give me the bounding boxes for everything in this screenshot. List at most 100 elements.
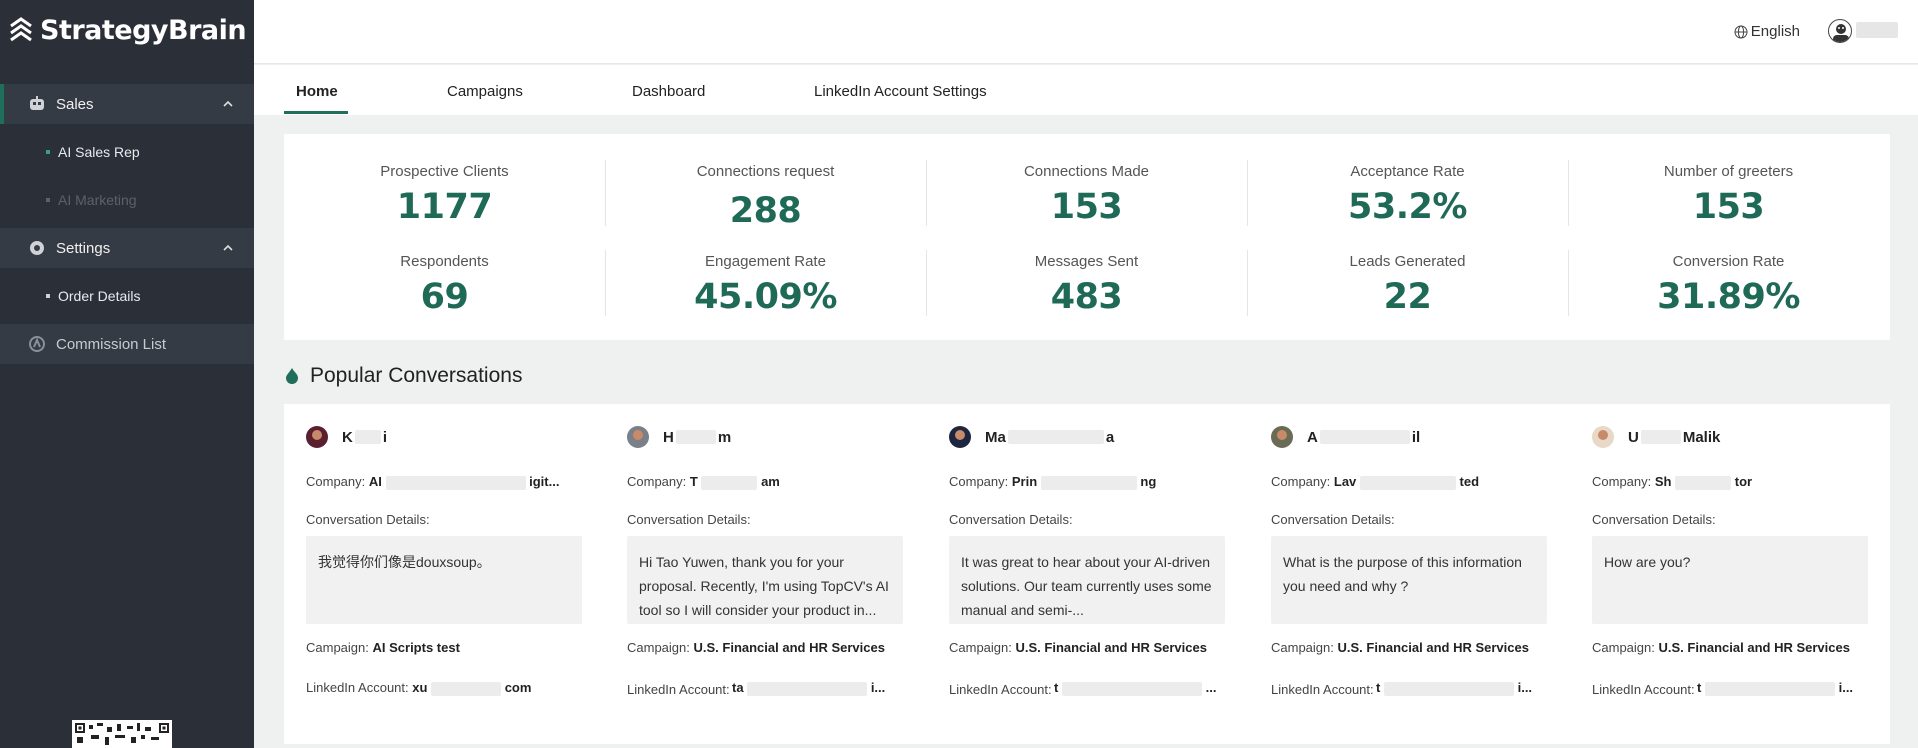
redacted-text — [385, 475, 526, 490]
popular-conversations-list: K i Company: AI igit... Conversation Det… — [284, 404, 1890, 744]
tab-campaigns[interactable]: Campaigns — [447, 83, 523, 100]
conversation-message: How are you? — [1592, 536, 1868, 624]
company-name: tor — [1734, 474, 1753, 489]
company-label: Company: — [949, 474, 1009, 489]
conversation-contact[interactable]: A il — [1271, 426, 1420, 448]
redacted-text — [1061, 681, 1202, 696]
flame-icon — [286, 368, 298, 384]
stat-label: Engagement Rate — [705, 253, 826, 270]
sidebar-group-commission-list[interactable]: Commission List — [0, 324, 254, 364]
campaign-label: Campaign: — [1592, 640, 1655, 655]
tab-linkedin-account-settings[interactable]: LinkedIn Account Settings — [814, 83, 987, 100]
campaign-label: Campaign: — [1271, 640, 1334, 655]
linkedin-account: ... — [1205, 680, 1217, 695]
sidebar-item-label: Order Details — [58, 288, 141, 304]
stat-divider — [1568, 250, 1569, 316]
campaign-name: U.S. Financial and HR Services — [1337, 640, 1529, 655]
stat-prospective-clients: Prospective Clients 1177 — [284, 163, 605, 227]
campaign-name: U.S. Financial and HR Services — [1015, 640, 1207, 655]
company-row: Company: Sh tor — [1592, 474, 1868, 490]
language-selector[interactable]: English — [1734, 23, 1800, 40]
stat-value: 22 — [1383, 277, 1432, 317]
company-name: igit... — [529, 474, 560, 489]
conversation-contact[interactable]: H m — [627, 426, 731, 448]
sidebar-item-ai-sales-rep[interactable]: AI Sales Rep — [0, 132, 254, 172]
user-name-redacted — [1856, 22, 1898, 38]
stat-value: 31.89% — [1657, 277, 1800, 317]
company-name: Lav — [1333, 474, 1357, 489]
stat-number-of-greeters: Number of greeters 153 — [1568, 163, 1889, 227]
contact-name: a — [1105, 428, 1115, 446]
linkedin-account-label: LinkedIn Account: — [627, 682, 730, 697]
sidebar: StrategyBrain Sales AI Sales Rep AI Mark… — [0, 0, 254, 748]
conversation-contact[interactable]: U Malik — [1592, 426, 1720, 448]
user-avatar[interactable] — [1828, 19, 1852, 43]
sidebar-group-label: Commission List — [56, 335, 167, 353]
stat-conversion-rate: Conversion Rate 31.89% — [1568, 253, 1889, 317]
contact-avatar — [1592, 426, 1614, 448]
contact-name: Malik — [1682, 428, 1721, 446]
company-row: Company: AI igit... — [306, 474, 582, 490]
linkedin-account-row: t ... — [1054, 680, 1225, 696]
company-label: Company: — [1271, 474, 1331, 489]
details-label: Conversation Details: — [1592, 512, 1716, 527]
company-row: Company: Lav ted — [1271, 474, 1547, 490]
conversation-contact[interactable]: Ma a — [949, 426, 1114, 448]
linkedin-account: xu — [412, 680, 428, 695]
sidebar-group-sales[interactable]: Sales — [0, 84, 254, 124]
contact-avatar — [306, 426, 328, 448]
conversation-message: 我觉得你们像是douxsoup。 — [306, 536, 582, 624]
stat-divider — [1247, 250, 1248, 316]
qr-code-icon — [75, 723, 169, 745]
company-name: am — [761, 474, 780, 489]
stat-leads-generated: Leads Generated 22 — [1247, 253, 1568, 317]
contact-name: i — [382, 428, 388, 446]
chevron-up-icon — [223, 100, 233, 107]
chevron-up-icon — [223, 244, 233, 251]
redacted-text — [1383, 681, 1514, 696]
redacted-text — [1640, 430, 1681, 444]
stat-value: 288 — [729, 191, 802, 231]
campaign-row: Campaign: AI Scripts test — [306, 640, 582, 655]
stat-value: 69 — [420, 277, 469, 317]
linkedin-account-label: LinkedIn Account: — [949, 682, 1052, 697]
contact-name: K — [342, 428, 353, 446]
company-label: Company: — [627, 474, 687, 489]
stat-divider — [926, 160, 927, 226]
stat-respondents: Respondents 69 — [284, 253, 605, 317]
tab-home[interactable]: Home — [296, 83, 338, 100]
contact-avatar — [1271, 426, 1293, 448]
sidebar-item-order-details[interactable]: Order Details — [0, 276, 254, 316]
redacted-text — [1675, 475, 1732, 490]
user-avatar-icon — [1833, 24, 1849, 42]
redacted-text — [1359, 475, 1456, 490]
sidebar-group-settings[interactable]: Settings — [0, 228, 254, 268]
conversation-message: What is the purpose of this information … — [1271, 536, 1547, 624]
linkedin-account: com — [504, 680, 532, 695]
campaign-row: Campaign: U.S. Financial and HR Services — [949, 640, 1225, 655]
stat-label: Respondents — [400, 253, 489, 270]
robot-icon — [30, 96, 44, 110]
globe-icon — [1734, 25, 1748, 38]
company-label: Company: — [306, 474, 366, 489]
tab-dashboard[interactable]: Dashboard — [632, 83, 705, 100]
sidebar-item-ai-marketing[interactable]: AI Marketing — [0, 180, 254, 220]
section-heading: Popular Conversations — [310, 364, 523, 387]
stat-label: Number of greeters — [1663, 163, 1794, 180]
brand-logo[interactable]: StrategyBrain — [0, 0, 254, 60]
gear-icon — [30, 241, 44, 255]
stat-value: 45.09% — [694, 277, 837, 317]
qr-code-image — [72, 720, 172, 748]
redacted-text — [1704, 681, 1835, 696]
contact-name: H — [663, 428, 674, 446]
stat-label: Connections request — [696, 163, 835, 180]
linkedin-account: ta — [732, 680, 744, 695]
stats-panel: Prospective Clients 1177 Connections req… — [284, 134, 1890, 340]
company-name: ted — [1459, 474, 1480, 489]
sidebar-group-label: Settings — [56, 239, 111, 257]
conversation-contact[interactable]: K i — [306, 426, 387, 448]
contact-name: Ma — [985, 428, 1006, 446]
redacted-text — [354, 430, 381, 444]
campaign-row: Campaign: U.S. Financial and HR Services — [1592, 640, 1868, 655]
sidebar-group-label: Sales — [56, 95, 94, 113]
